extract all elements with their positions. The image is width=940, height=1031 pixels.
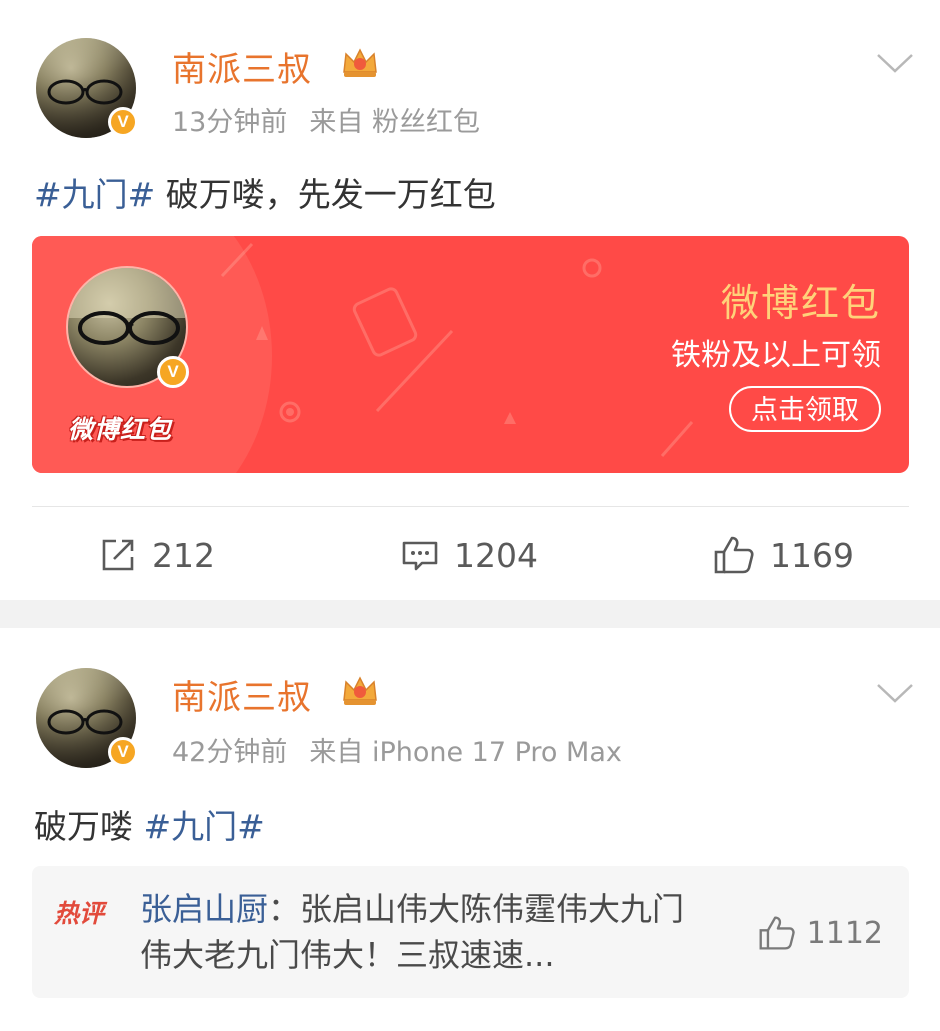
hot-comment[interactable]: 热评 张启山厨：张启山伟大陈伟霆伟大九门伟大老九门伟大！三叔速速... 1112 <box>32 866 909 998</box>
comment-button[interactable]: 1204 <box>400 532 538 578</box>
v-badge-icon: V <box>108 737 138 767</box>
topic-link[interactable]: #九门# <box>144 807 265 846</box>
post-source[interactable]: 来自 iPhone 17 Pro Max <box>309 737 621 768</box>
repost-icon <box>102 539 134 571</box>
red-packet-title: 微博红包 <box>720 281 881 325</box>
hot-comment-badge: 热评 <box>54 899 105 928</box>
comment-count: 1204 <box>454 535 538 575</box>
red-packet-card[interactable]: V 微博红包 微博红包 铁粉及以上可领 点击领取 <box>32 236 909 473</box>
thumb-up-icon <box>759 916 795 950</box>
post-time: 13分钟前 <box>172 107 288 138</box>
repost-button[interactable]: 212 <box>98 532 215 578</box>
like-count: 1169 <box>770 535 854 575</box>
divider <box>32 506 909 507</box>
crown-icon[interactable] <box>340 672 380 708</box>
post-body: 破万喽 <box>34 807 144 846</box>
post-source[interactable]: 来自 粉丝红包 <box>309 107 480 138</box>
chevron-down-icon[interactable] <box>876 52 914 74</box>
v-badge-icon: V <box>157 356 189 388</box>
hot-comment-like-count: 1112 <box>806 915 883 951</box>
hot-comment-text: 张启山厨：张启山伟大陈伟霆伟大九门伟大老九门伟大！三叔速速... <box>140 886 710 978</box>
red-packet-stamp: 微博红包 <box>68 415 173 444</box>
post-text: 破万喽 #九门# <box>34 800 265 848</box>
post-text: #九门# 破万喽，先发一万红包 <box>34 168 496 216</box>
crown-icon[interactable] <box>340 44 380 80</box>
topic-link[interactable]: #九门# <box>34 175 155 214</box>
hot-comment-like-button[interactable]: 1112 <box>757 914 883 952</box>
comment-icon <box>402 541 438 571</box>
like-button[interactable]: 1169 <box>712 532 854 578</box>
v-badge-icon: V <box>108 107 138 137</box>
chevron-down-icon[interactable] <box>876 682 914 704</box>
avatar-image <box>47 79 123 105</box>
thumb-up-icon <box>714 536 754 574</box>
feed-separator <box>0 600 940 628</box>
post-body: 破万喽，先发一万红包 <box>155 175 496 214</box>
repost-count: 212 <box>152 535 215 575</box>
username[interactable]: 南派三叔 <box>172 670 312 719</box>
avatar-image <box>47 709 123 735</box>
red-packet-subtitle: 铁粉及以上可领 <box>671 338 881 373</box>
post-meta: 42分钟前 来自 iPhone 17 Pro Max <box>172 730 622 769</box>
claim-button[interactable]: 点击领取 <box>729 386 881 432</box>
post-time: 42分钟前 <box>172 737 288 768</box>
username[interactable]: 南派三叔 <box>172 42 312 91</box>
hot-comment-author[interactable]: 张启山厨 <box>140 890 268 928</box>
post-meta: 13分钟前 来自 粉丝红包 <box>172 100 480 139</box>
weibo-post: V 南派三叔 13分钟前 来自 粉丝红包 #九门# 破万喽，先发一万红包 V 微… <box>0 0 940 600</box>
